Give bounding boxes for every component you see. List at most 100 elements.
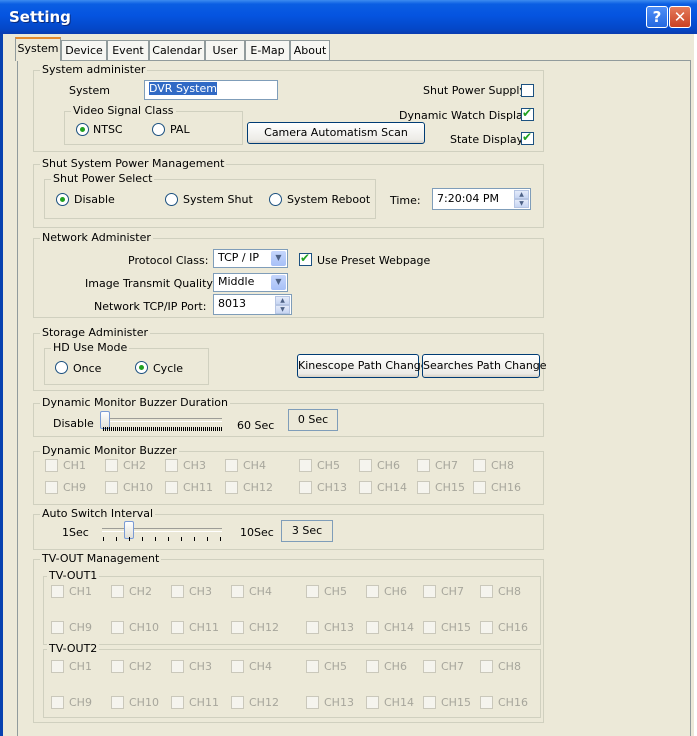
chevron-down-icon[interactable]: ▼ [271, 251, 286, 266]
tvout1-ch2-checkbox[interactable] [111, 585, 124, 598]
system-shut-radio[interactable] [165, 193, 178, 206]
tab-about[interactable]: About [290, 40, 330, 60]
tvout2-ch8-checkbox[interactable] [480, 660, 493, 673]
dynamic-watch-label: Dynamic Watch Display: [399, 109, 533, 122]
tvout2-ch2-checkbox[interactable] [111, 660, 124, 673]
buzzer-ch10-checkbox[interactable] [105, 481, 118, 494]
slider-tick [175, 427, 176, 431]
dynamic-watch-checkbox[interactable] [521, 106, 534, 121]
disable-radio[interactable] [56, 193, 69, 206]
buzzer-ch5-checkbox[interactable] [299, 459, 312, 472]
buzzer-ch14-checkbox[interactable] [359, 481, 372, 494]
shut-power-supply-checkbox[interactable] [521, 84, 534, 97]
tvout1-ch1-label: CH1 [69, 585, 92, 598]
chevron-down-icon[interactable]: ▼ [271, 275, 286, 290]
buzzer-ch8-checkbox[interactable] [473, 459, 486, 472]
tvout2-ch14-checkbox[interactable] [366, 696, 379, 709]
tvout1-ch13-checkbox[interactable] [306, 621, 319, 634]
pal-radio[interactable] [152, 123, 165, 136]
protocol-select[interactable]: TCP / IP ▼ [213, 249, 288, 268]
tab-user[interactable]: User [205, 40, 245, 60]
port-input[interactable]: 8013 ▲ ▼ [213, 294, 292, 315]
tvout1-ch8-checkbox[interactable] [480, 585, 493, 598]
protocol-value: TCP / IP [218, 251, 259, 264]
tvout2-ch6-label: CH6 [384, 660, 407, 673]
cycle-radio[interactable] [135, 361, 148, 374]
quality-select[interactable]: Middle ▼ [213, 273, 288, 292]
tvout1-ch7-checkbox[interactable] [423, 585, 436, 598]
slider-tick [193, 427, 194, 431]
state-display-checkbox[interactable] [521, 130, 534, 145]
tvout2-ch15-checkbox[interactable] [423, 696, 436, 709]
time-up-arrow-icon[interactable]: ▲ [514, 190, 529, 199]
searches-path-button[interactable]: Searches Path Change [422, 354, 547, 378]
tvout1-ch1-checkbox[interactable] [51, 585, 64, 598]
slider-tick [163, 427, 164, 431]
port-label: Network TCP/IP Port: [94, 300, 207, 313]
tvout1-ch14-checkbox[interactable] [366, 621, 379, 634]
system-reboot-radio[interactable] [269, 193, 282, 206]
tvout1-ch3-checkbox[interactable] [171, 585, 184, 598]
tvout2-ch16-checkbox[interactable] [480, 696, 493, 709]
tab-event[interactable]: Event [107, 40, 149, 60]
tvout1-ch7-label: CH7 [441, 585, 464, 598]
auto-switch-track[interactable] [102, 528, 222, 532]
tvout1-ch16-checkbox[interactable] [480, 621, 493, 634]
system-name-input[interactable]: DVR System [144, 80, 278, 100]
tvout2-ch11-checkbox[interactable] [171, 696, 184, 709]
buzzer-ch16-checkbox[interactable] [473, 481, 486, 494]
tvout1-ch9-checkbox[interactable] [51, 621, 64, 634]
tvout2-ch4-checkbox[interactable] [231, 660, 244, 673]
slider-tick [213, 427, 214, 431]
time-input[interactable]: 7:20:04 PM ▲ ▼ [432, 188, 531, 210]
buzzer-ch12-checkbox[interactable] [225, 481, 238, 494]
slider-tick [159, 427, 160, 431]
camera-scan-button[interactable]: Camera Automatism Scan [247, 122, 425, 144]
tvout2-ch12-checkbox[interactable] [231, 696, 244, 709]
buzzer-max-label: 60 Sec [237, 419, 275, 432]
tvout2-ch6-checkbox[interactable] [366, 660, 379, 673]
tvout1-ch11-checkbox[interactable] [171, 621, 184, 634]
tvout1-ch2-label: CH2 [129, 585, 152, 598]
tvout2-ch9-checkbox[interactable] [51, 696, 64, 709]
tab-system[interactable]: System [15, 37, 61, 61]
tvout2-ch10-checkbox[interactable] [111, 696, 124, 709]
tvout1-ch6-checkbox[interactable] [366, 585, 379, 598]
buzzer-ch7-checkbox[interactable] [417, 459, 430, 472]
once-radio[interactable] [55, 361, 68, 374]
group-title: Network Administer [40, 231, 153, 244]
tvout2-ch1-checkbox[interactable] [51, 660, 64, 673]
tab-calendar[interactable]: Calendar [149, 40, 205, 60]
tvout1-ch12-checkbox[interactable] [231, 621, 244, 634]
title-bar[interactable]: Setting ? ✕ [0, 0, 697, 34]
buzzer-ch9-checkbox[interactable] [45, 481, 58, 494]
tvout2-ch13-checkbox[interactable] [306, 696, 319, 709]
buzzer-duration-track[interactable] [102, 418, 222, 422]
preset-webpage-checkbox[interactable] [299, 251, 312, 266]
buzzer-ch13-checkbox[interactable] [299, 481, 312, 494]
slider-tick [191, 427, 192, 431]
tvout1-ch10-checkbox[interactable] [111, 621, 124, 634]
tab-emap[interactable]: E-Map [245, 40, 290, 60]
tvout2-ch5-checkbox[interactable] [306, 660, 319, 673]
tvout1-ch4-checkbox[interactable] [231, 585, 244, 598]
buzzer-ch4-checkbox[interactable] [225, 459, 238, 472]
buzzer-ch15-checkbox[interactable] [417, 481, 430, 494]
tvout1-ch5-checkbox[interactable] [306, 585, 319, 598]
tvout1-ch15-checkbox[interactable] [423, 621, 436, 634]
buzzer-ch11-checkbox[interactable] [165, 481, 178, 494]
tvout2-ch7-checkbox[interactable] [423, 660, 436, 673]
port-up-arrow-icon[interactable]: ▲ [275, 296, 290, 305]
ntsc-radio[interactable] [76, 123, 89, 136]
tvout2-ch3-checkbox[interactable] [171, 660, 184, 673]
buzzer-ch3-checkbox[interactable] [165, 459, 178, 472]
port-down-arrow-icon[interactable]: ▼ [275, 305, 290, 314]
help-button[interactable]: ? [646, 6, 668, 28]
time-down-arrow-icon[interactable]: ▼ [514, 199, 529, 208]
buzzer-ch6-checkbox[interactable] [359, 459, 372, 472]
buzzer-ch2-checkbox[interactable] [105, 459, 118, 472]
close-button[interactable]: ✕ [669, 6, 691, 28]
kinescope-path-button[interactable]: Kinescope Path Change [297, 354, 428, 378]
tab-device[interactable]: Device [61, 40, 107, 60]
buzzer-ch1-checkbox[interactable] [45, 459, 58, 472]
